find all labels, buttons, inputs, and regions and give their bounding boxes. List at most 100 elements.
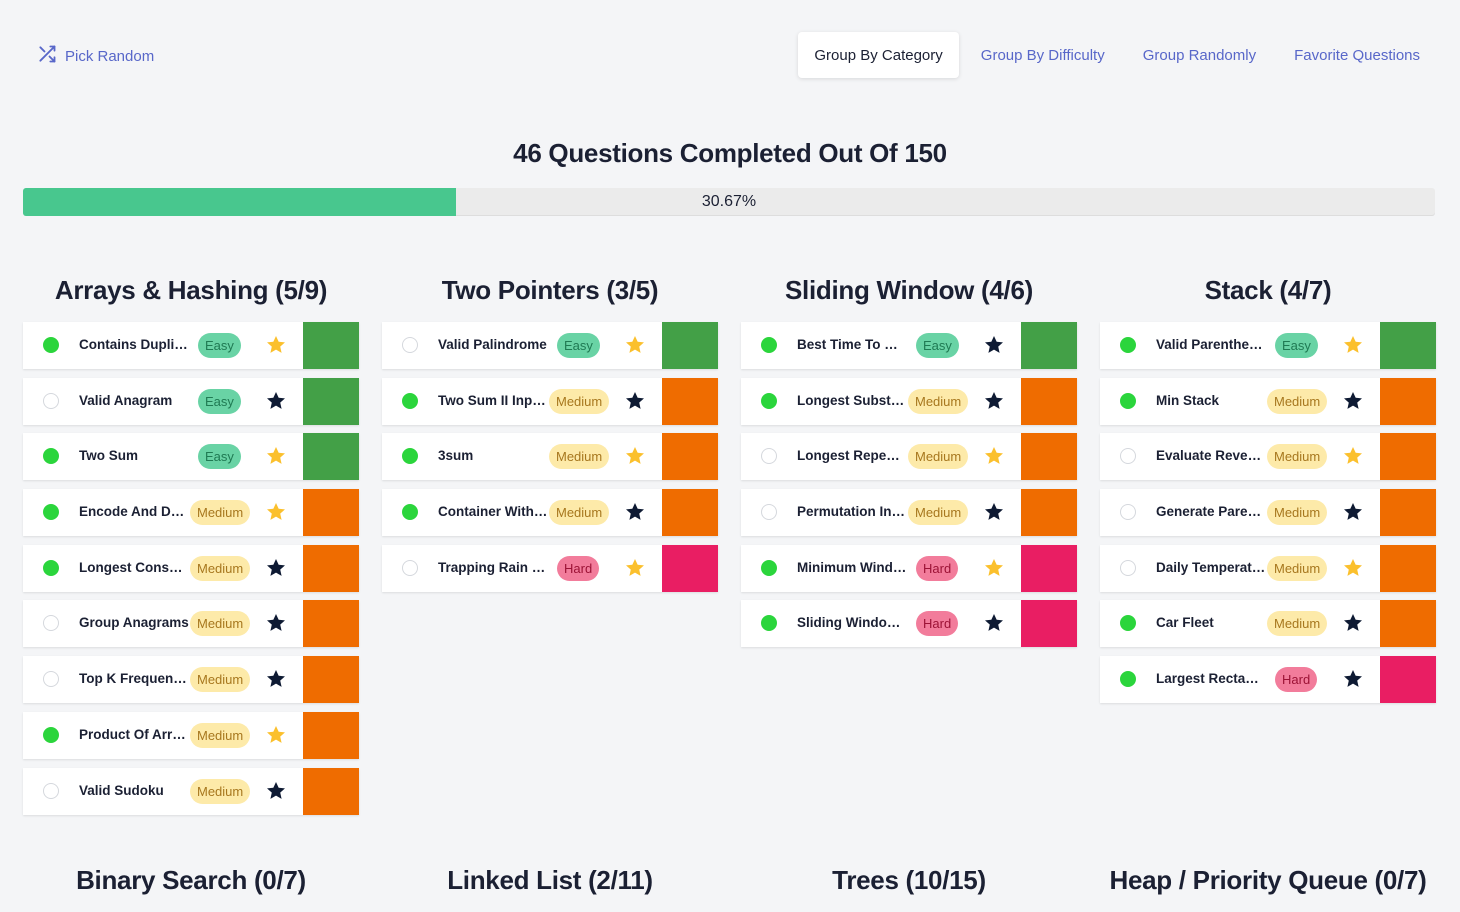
question-row[interactable]: Valid Sudoku Medium xyxy=(23,767,359,815)
incomplete-status-icon[interactable] xyxy=(761,448,777,465)
question-row[interactable]: Longest Consecut...Medium xyxy=(23,544,359,592)
question-row[interactable]: Two Sum Easy xyxy=(23,433,359,481)
question-name[interactable]: Sliding Window Ma... xyxy=(797,615,907,630)
question-name[interactable]: Two Sum II Input A... xyxy=(438,393,548,408)
question-name[interactable]: Evaluate Reverse ... xyxy=(1156,448,1266,463)
tab-group-by-difficulty[interactable]: Group By Difficulty xyxy=(965,32,1121,78)
question-name[interactable]: Permutation In Str... xyxy=(797,504,907,519)
question-name[interactable]: Longest Consecut... xyxy=(79,560,189,575)
question-row[interactable]: Daily TemperaturesMedium xyxy=(1100,544,1436,592)
star-icon[interactable] xyxy=(265,501,287,523)
question-name[interactable]: Container With Mo... xyxy=(438,504,548,519)
question-name[interactable]: Largest Rectangle... xyxy=(1156,671,1266,686)
star-icon[interactable] xyxy=(624,557,646,579)
completed-status-icon[interactable] xyxy=(43,448,59,465)
star-icon[interactable] xyxy=(983,557,1005,579)
completed-status-icon[interactable] xyxy=(1120,671,1136,688)
star-icon[interactable] xyxy=(983,445,1005,467)
completed-status-icon[interactable] xyxy=(1120,392,1136,409)
star-icon[interactable] xyxy=(265,724,287,746)
question-row[interactable]: Product Of Array E...Medium xyxy=(23,711,359,759)
question-row[interactable]: Sliding Window Ma... Hard xyxy=(741,600,1077,648)
question-name[interactable]: Contains Duplicate xyxy=(79,337,189,352)
question-row[interactable]: Longest Substring...Medium xyxy=(741,377,1077,425)
question-name[interactable]: Encode And Deco... xyxy=(79,504,189,519)
completed-status-icon[interactable] xyxy=(43,504,59,521)
question-row[interactable]: Car Fleet Medium xyxy=(1100,600,1436,648)
incomplete-status-icon[interactable] xyxy=(1120,504,1136,521)
question-row[interactable]: Valid Palindrome Easy xyxy=(382,322,718,369)
question-row[interactable]: Trapping Rain Water Hard xyxy=(382,544,718,592)
incomplete-status-icon[interactable] xyxy=(402,559,418,576)
star-icon[interactable] xyxy=(624,445,646,467)
question-name[interactable]: Minimum Window ... xyxy=(797,560,907,575)
star-icon[interactable] xyxy=(265,612,287,634)
tab-group-by-category[interactable]: Group By Category xyxy=(798,32,959,78)
star-icon[interactable] xyxy=(983,334,1005,356)
completed-status-icon[interactable] xyxy=(761,392,777,409)
star-icon[interactable] xyxy=(265,390,287,412)
question-row[interactable]: Contains Duplicate Easy xyxy=(23,322,359,369)
star-icon[interactable] xyxy=(983,501,1005,523)
question-name[interactable]: Min Stack xyxy=(1156,393,1266,408)
question-name[interactable]: Longest Repeatin... xyxy=(797,448,907,463)
tab-favorite-questions[interactable]: Favorite Questions xyxy=(1278,32,1436,78)
star-icon[interactable] xyxy=(1342,501,1364,523)
question-name[interactable]: Group Anagrams xyxy=(79,615,189,630)
question-name[interactable]: 3sum xyxy=(438,448,548,463)
incomplete-status-icon[interactable] xyxy=(43,782,59,799)
question-row[interactable]: 3sum Medium xyxy=(382,433,718,481)
tab-group-randomly[interactable]: Group Randomly xyxy=(1127,32,1272,78)
completed-status-icon[interactable] xyxy=(761,337,777,353)
question-row[interactable]: Valid Parentheses Easy xyxy=(1100,322,1436,369)
question-row[interactable]: Minimum Window ... Hard xyxy=(741,544,1077,592)
question-name[interactable]: Valid Parentheses xyxy=(1156,337,1266,352)
star-icon[interactable] xyxy=(265,557,287,579)
incomplete-status-icon[interactable] xyxy=(402,337,418,353)
star-icon[interactable] xyxy=(1342,334,1364,356)
question-name[interactable]: Two Sum xyxy=(79,448,189,463)
star-icon[interactable] xyxy=(1342,668,1364,690)
star-icon[interactable] xyxy=(265,334,287,356)
star-icon[interactable] xyxy=(1342,557,1364,579)
completed-status-icon[interactable] xyxy=(402,504,418,521)
incomplete-status-icon[interactable] xyxy=(761,504,777,521)
question-name[interactable]: Car Fleet xyxy=(1156,615,1266,630)
star-icon[interactable] xyxy=(1342,612,1364,634)
question-name[interactable]: Daily Temperatures xyxy=(1156,560,1266,575)
question-row[interactable]: Min Stack Medium xyxy=(1100,377,1436,425)
star-icon[interactable] xyxy=(1342,390,1364,412)
incomplete-status-icon[interactable] xyxy=(1120,559,1136,576)
question-name[interactable]: Top K Frequent El... xyxy=(79,671,189,686)
question-name[interactable]: Generate Parenth... xyxy=(1156,504,1266,519)
completed-status-icon[interactable] xyxy=(43,337,59,353)
star-icon[interactable] xyxy=(1342,445,1364,467)
star-icon[interactable] xyxy=(983,612,1005,634)
star-icon[interactable] xyxy=(624,501,646,523)
completed-status-icon[interactable] xyxy=(1120,337,1136,353)
completed-status-icon[interactable] xyxy=(402,392,418,409)
question-row[interactable]: Group Anagrams Medium xyxy=(23,600,359,648)
star-icon[interactable] xyxy=(624,390,646,412)
question-name[interactable]: Valid Anagram xyxy=(79,393,189,408)
question-row[interactable]: Encode And Deco...Medium xyxy=(23,489,359,537)
question-row[interactable]: Valid Anagram Easy xyxy=(23,377,359,425)
star-icon[interactable] xyxy=(265,445,287,467)
incomplete-status-icon[interactable] xyxy=(1120,448,1136,465)
star-icon[interactable] xyxy=(265,668,287,690)
question-name[interactable]: Longest Substring... xyxy=(797,393,907,408)
incomplete-status-icon[interactable] xyxy=(43,615,59,632)
question-name[interactable]: Valid Sudoku xyxy=(79,783,189,798)
question-row[interactable]: Container With Mo...Medium xyxy=(382,489,718,537)
question-row[interactable]: Best Time To Buy ... Easy xyxy=(741,322,1077,369)
question-row[interactable]: Permutation In Str...Medium xyxy=(741,489,1077,537)
question-row[interactable]: Top K Frequent El...Medium xyxy=(23,656,359,704)
question-row[interactable]: Generate Parenth...Medium xyxy=(1100,489,1436,537)
pick-random-button[interactable]: Pick Random xyxy=(37,44,154,68)
question-row[interactable]: Two Sum II Input A...Medium xyxy=(382,377,718,425)
completed-status-icon[interactable] xyxy=(761,615,777,632)
completed-status-icon[interactable] xyxy=(43,726,59,743)
question-name[interactable]: Valid Palindrome xyxy=(438,337,548,352)
question-row[interactable]: Largest Rectangle... Hard xyxy=(1100,656,1436,704)
question-name[interactable]: Product Of Array E... xyxy=(79,727,189,742)
